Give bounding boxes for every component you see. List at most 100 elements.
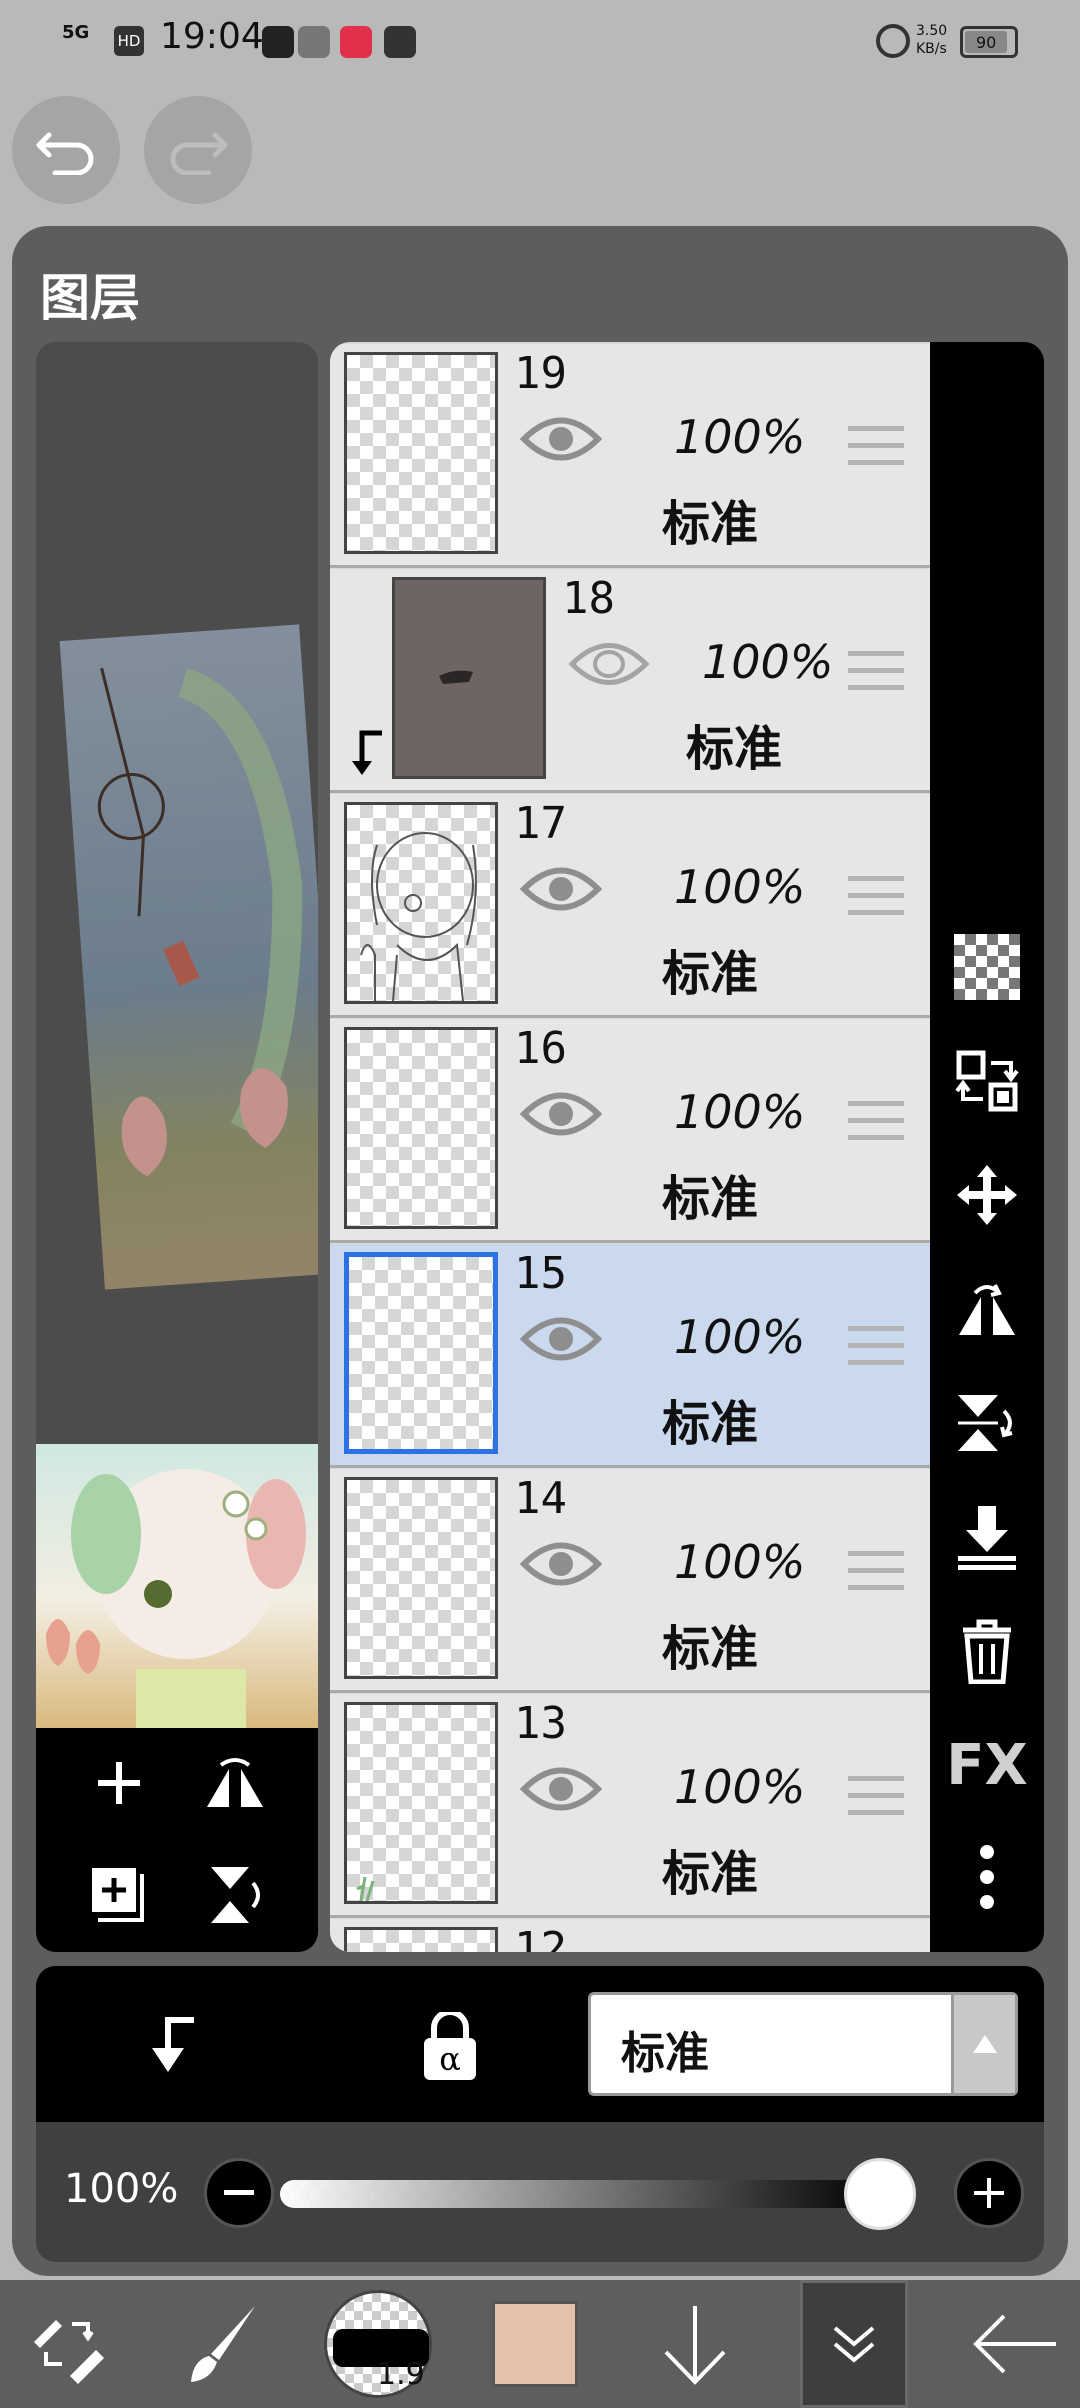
add-paper-layer-button[interactable] (84, 1860, 154, 1930)
visibility-toggle[interactable] (519, 1764, 603, 1818)
undo-icon (36, 132, 94, 175)
layer-row[interactable]: 16 100% 标准 (330, 1019, 930, 1243)
layer-blend-mode: 标准 (662, 1846, 759, 1902)
brush-size-button[interactable]: 1.9 (320, 2280, 436, 2408)
layer-properties-top: α 标准 (36, 1966, 1044, 2122)
eye-icon (519, 1767, 603, 1811)
layer-thumbnail (344, 1477, 498, 1679)
drag-handle-icon[interactable] (848, 1326, 904, 1377)
opacity-increase-button[interactable] (954, 2158, 1024, 2228)
drag-handle-icon[interactable] (848, 1101, 904, 1152)
move-layer-button[interactable] (952, 1160, 1022, 1230)
network-indicator: 5G (62, 22, 90, 43)
layer-blend-mode: 标准 (662, 496, 759, 552)
color-picker-button[interactable] (490, 2280, 580, 2408)
canvas-tools (36, 1728, 318, 1952)
layer-panel: 图层 19 100% 标准 18 100% 标准 17 100% 标准 16 1… (12, 226, 1068, 2276)
move-icon (957, 1165, 1017, 1225)
more-vertical-icon (980, 1845, 994, 1909)
drag-handle-icon[interactable] (848, 1776, 904, 1827)
layer-opacity: 100% (674, 1310, 806, 1364)
layer-blend-mode: 标准 (662, 1621, 759, 1677)
eye-icon (519, 1542, 603, 1586)
visibility-toggle[interactable] (519, 1539, 603, 1593)
layer-thumbnail (344, 352, 498, 554)
layer-row[interactable]: 19 100% 标准 (330, 344, 930, 568)
back-button[interactable] (960, 2280, 1070, 2408)
layer-row[interactable]: 12 (330, 1919, 930, 1952)
opacity-value: 100% (64, 2166, 179, 2212)
layer-blend-mode: 标准 (662, 1396, 759, 1452)
layer-row[interactable]: 13 100% 标准 (330, 1694, 930, 1918)
video-icon (262, 26, 294, 58)
layer-blend-mode: 标准 (662, 1171, 759, 1227)
tool-switch-button[interactable] (18, 2280, 118, 2408)
flip-canvas-horizontal-button[interactable] (200, 1748, 270, 1818)
drag-handle-icon[interactable] (848, 426, 904, 477)
layer-thumbnail (344, 1702, 498, 1904)
opacity-decrease-button[interactable] (204, 2158, 274, 2228)
blend-mode-select[interactable]: 标准 (588, 1992, 1018, 2096)
flip-layer-horizontal-button[interactable] (952, 1274, 1022, 1344)
add-layer-button[interactable] (84, 1748, 154, 1818)
layer-opacity: 100% (674, 860, 806, 914)
arrow-left-icon (973, 2314, 1056, 2374)
status-bar: 5G HD 19:04 3.50 KB/s 90 (0, 0, 1080, 80)
layer-list[interactable]: 19 100% 标准 18 100% 标准 17 100% 标准 16 100%… (330, 342, 930, 1952)
layer-thumbnail (392, 577, 546, 779)
layer-opacity: 100% (674, 1760, 806, 1814)
transparency-lock-button[interactable] (952, 932, 1022, 1002)
fx-button[interactable]: FX (946, 1730, 1027, 1800)
clock: 19:04 (160, 16, 264, 57)
vivo-icon (298, 26, 330, 58)
undo-button[interactable] (12, 96, 120, 204)
alpha-lock-button[interactable]: α (420, 2009, 480, 2086)
layer-number: 13 (514, 1698, 567, 1749)
drag-handle-icon[interactable] (848, 876, 904, 927)
new-layer-icon (92, 1868, 144, 1922)
layer-thumbnail (344, 1927, 498, 1952)
collapse-panel-button[interactable] (800, 2280, 908, 2408)
drag-handle-icon[interactable] (848, 651, 904, 702)
panel-title: 图层 (40, 269, 140, 327)
delete-layer-button[interactable] (952, 1616, 1022, 1686)
swap-layer-button[interactable] (952, 1046, 1022, 1116)
eye-closed-icon (568, 643, 650, 685)
flip-vertical-icon (211, 1867, 260, 1923)
drag-handle-icon[interactable] (848, 1551, 904, 1602)
visibility-toggle[interactable] (519, 414, 603, 468)
flip-canvas-vertical-button[interactable] (200, 1860, 270, 1930)
layer-row-selected[interactable]: 15 100% 标准 (330, 1244, 930, 1468)
opacity-slider[interactable] (280, 2180, 880, 2208)
layer-row[interactable]: 17 100% 标准 (330, 794, 930, 1018)
brush-icon (191, 2306, 255, 2382)
canvas-view-image (59, 624, 318, 1290)
eye-icon (519, 417, 603, 461)
redo-button[interactable] (144, 96, 252, 204)
layer-blend-mode: 标准 (686, 721, 783, 777)
visibility-toggle[interactable] (568, 639, 650, 693)
canvas-thumbnail[interactable] (36, 1444, 318, 1728)
current-color-swatch (492, 2301, 578, 2387)
clipping-arrow-icon (352, 730, 382, 775)
alpha-lock-icon: α (424, 2009, 476, 2080)
flip-vertical-icon (958, 1395, 1013, 1451)
triangle-up-icon (951, 1995, 1015, 2093)
more-options-button[interactable] (952, 1842, 1022, 1912)
visibility-toggle[interactable] (519, 1314, 603, 1368)
layer-down-button[interactable] (650, 2280, 740, 2408)
merge-down-button[interactable] (952, 1502, 1022, 1572)
flip-layer-vertical-button[interactable] (952, 1388, 1022, 1458)
clipping-toggle-button[interactable] (140, 2014, 200, 2082)
brush-tool-button[interactable] (176, 2280, 266, 2408)
layer-row[interactable]: 14 100% 标准 (330, 1469, 930, 1693)
opacity-slider-knob[interactable] (844, 2158, 916, 2230)
app-notification-icon (384, 26, 416, 58)
visibility-toggle[interactable] (519, 1089, 603, 1143)
layer-thumbnail (344, 802, 498, 1004)
visibility-toggle[interactable] (519, 864, 603, 918)
app-notification-icon (340, 26, 372, 58)
layer-row[interactable]: 18 100% 标准 (330, 569, 930, 793)
layer-thumbnail (344, 1252, 498, 1454)
canvas-preview[interactable] (36, 342, 318, 1952)
